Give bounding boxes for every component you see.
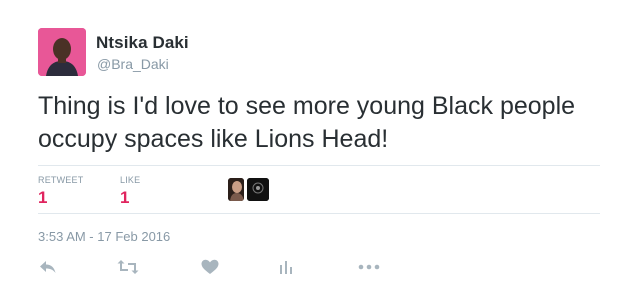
- retweet-label[interactable]: RETWEET: [38, 175, 83, 185]
- reply-button[interactable]: [36, 256, 60, 278]
- more-button[interactable]: [357, 256, 381, 278]
- like-count[interactable]: 1: [120, 188, 129, 208]
- tweet-text: Thing is I'd love to see more young Blac…: [38, 92, 576, 153]
- reply-icon: [40, 261, 56, 273]
- action-bar: [0, 256, 636, 278]
- analytics-button[interactable]: [274, 256, 298, 278]
- retweet-icon: [117, 260, 139, 274]
- like-button[interactable]: [198, 256, 222, 278]
- liker-avatar[interactable]: [247, 178, 269, 201]
- like-label[interactable]: LIKE: [120, 175, 140, 185]
- user-handle[interactable]: @Bra_Daki: [97, 56, 169, 72]
- likers-list: [228, 178, 272, 201]
- retweet-count[interactable]: 1: [38, 188, 47, 208]
- divider-bottom: [38, 213, 600, 214]
- user-name[interactable]: Ntsika Daki: [96, 33, 189, 53]
- analytics-icon: [280, 261, 292, 274]
- retweet-button[interactable]: [116, 256, 140, 278]
- liker-avatar[interactable]: [228, 178, 244, 201]
- tweet-timestamp[interactable]: 3:53 AM - 17 Feb 2016: [38, 229, 170, 244]
- more-icon: [358, 264, 380, 270]
- avatar[interactable]: [38, 28, 86, 76]
- divider-top: [38, 165, 600, 166]
- like-icon: [201, 259, 219, 274]
